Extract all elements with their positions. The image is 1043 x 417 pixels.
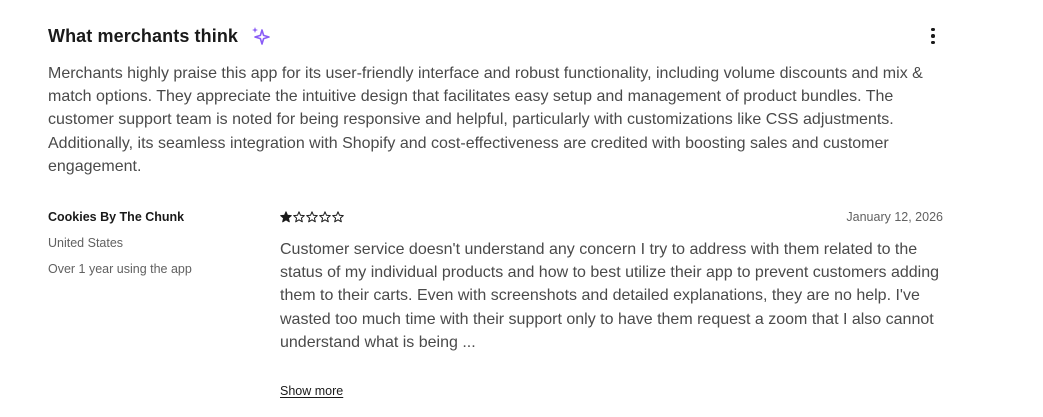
star-empty-icon (306, 211, 318, 223)
summary-title: What merchants think (48, 25, 239, 46)
summary-text: Merchants highly praise this app for its… (48, 65, 923, 175)
reviewer-name: Cookies By The Chunk (48, 210, 185, 224)
summary-header: What merchants think (48, 22, 943, 50)
review-text: Customer service doesn't understand any … (280, 241, 940, 351)
reviewer-country: United States (48, 236, 124, 250)
reviewer-usage: Over 1 year using the app (48, 262, 192, 276)
star-empty-icon (293, 211, 305, 223)
merchant-summary: What merchants think Merchants highly pr… (48, 22, 943, 194)
reviewer-info: Cookies By The Chunk United States Over … (48, 208, 268, 278)
show-more-link[interactable]: Show more (280, 384, 343, 398)
review-date: January 12, 2026 (846, 210, 943, 224)
sparkle-icon (250, 25, 272, 47)
star-empty-icon (319, 211, 331, 223)
review-body: January 12, 2026 Customer service doesn'… (280, 208, 943, 400)
star-filled-icon (280, 211, 292, 223)
more-options-icon[interactable] (923, 26, 943, 46)
star-rating (280, 211, 344, 223)
review-meta: January 12, 2026 (280, 208, 943, 226)
star-empty-icon (332, 211, 344, 223)
